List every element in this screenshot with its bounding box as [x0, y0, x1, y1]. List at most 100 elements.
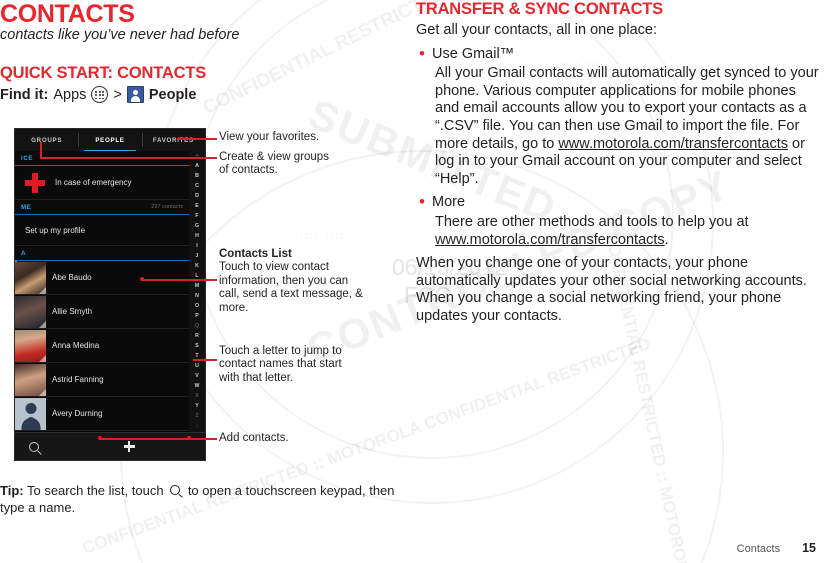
callout-contacts-list-line1: Touch to view contact [219, 261, 329, 274]
callout-contacts-list: Contacts List Touch to view contact info… [219, 248, 404, 315]
callout-contacts-list-line4: more. [219, 301, 249, 314]
tab-people[interactable]: PEOPLE [78, 129, 141, 153]
alpha-index-H[interactable]: H [195, 234, 199, 239]
section-header-ice-label: ICE [21, 154, 34, 162]
page-title: CONTACTS [0, 0, 135, 28]
alphabet-index-scrubber[interactable]: +ABCDEFGHIJKLMNOPQRSTUVWXYZ↓ [189, 151, 205, 433]
callout-contacts-list-title: Contacts List [219, 248, 292, 260]
people-contacts-icon [126, 86, 144, 103]
alpha-index-S[interactable]: S [195, 344, 198, 349]
bullet-dot-icon: • [419, 192, 425, 212]
avatar [15, 329, 46, 362]
callout-alpha-line2: contact names that start [219, 358, 342, 371]
tab-groups[interactable]: GROUPS [15, 129, 78, 151]
leader-line-groups-v [40, 142, 42, 159]
alpha-index-V[interactable]: V [195, 374, 198, 379]
more-body-paragraph: There are other methods and tools to hel… [435, 214, 820, 249]
list-item-label: In case of emergency [55, 178, 132, 187]
leader-line-groups-h [40, 157, 217, 159]
section-header-me: ME 297 contacts [15, 200, 189, 215]
section-heading-quick-start: QUICK START: CONTACTS [0, 64, 207, 82]
gmail-body-paragraph: All your Gmail contacts will automatical… [435, 65, 820, 188]
alpha-index-X[interactable]: X [195, 394, 198, 399]
contacts-tabbar: GROUPS PEOPLE FAVORITES [15, 129, 205, 153]
more-body-part-b: . [664, 231, 669, 248]
alpha-index-Y[interactable]: Y [195, 404, 198, 409]
callout-add-contacts: Add contacts. [219, 432, 399, 445]
find-it-line: Find it: Apps > People [0, 86, 196, 103]
list-item-label: Set up my profile [25, 225, 86, 235]
alpha-index-↓[interactable]: ↓ [196, 424, 199, 429]
table-row[interactable]: Abe Baudo [15, 261, 189, 295]
bullet-label: More [432, 194, 466, 211]
search-button[interactable] [15, 441, 53, 452]
callout-favorites: View your favorites. [219, 131, 399, 144]
emergency-plus-icon [25, 172, 45, 193]
alpha-index-K[interactable]: K [195, 264, 199, 269]
alpha-index-O[interactable]: O [195, 304, 199, 309]
alpha-index-F[interactable]: F [195, 214, 198, 219]
find-it-target-label: People [148, 86, 197, 103]
callout-alpha-line1: Touch a letter to jump to [219, 345, 342, 357]
alpha-index-B[interactable]: B [195, 174, 199, 179]
find-it-apps-label: Apps [53, 86, 87, 103]
leader-line-add-contacts [100, 438, 217, 440]
alpha-index-P[interactable]: P [195, 314, 198, 319]
search-magnifier-icon [29, 441, 39, 452]
link-transfercontacts-2[interactable]: www.motorola.com/transfercontacts [435, 232, 665, 248]
bullet-label: Use Gmail™ [432, 45, 515, 62]
table-row[interactable]: Astrid Fanning [15, 363, 189, 397]
callout-add-contacts-text: Add contacts. [219, 432, 289, 444]
alpha-index-G[interactable]: G [195, 224, 199, 229]
contact-name: Astrid Fanning [52, 375, 104, 384]
alpha-index-D[interactable]: D [195, 194, 199, 199]
find-it-separator: > [113, 86, 122, 103]
find-it-label: Find it: [0, 86, 49, 103]
alpha-index-R[interactable]: R [195, 334, 199, 339]
bullet-dot-icon: • [419, 43, 425, 63]
leader-line-alpha-index [193, 359, 217, 361]
more-body-part-a: There are other methods and tools to hel… [435, 213, 749, 230]
avatar [15, 397, 46, 430]
list-item-profile[interactable]: Set up my profile [15, 215, 189, 246]
table-row[interactable]: Allie Smyth [15, 295, 189, 329]
callout-contacts-list-line3: call, send a text message, & [219, 288, 363, 301]
tip-block: Tip: To search the list, touch to open a… [0, 482, 400, 516]
bullet-item-gmail: • Use Gmail™ [416, 43, 820, 64]
contacts-navbar [15, 432, 205, 460]
alpha-index-E[interactable]: E [195, 204, 198, 209]
contacts-list[interactable]: ICE In case of emergency ME 297 contacts… [15, 151, 189, 433]
alpha-index-A[interactable]: A [195, 164, 199, 169]
alpha-index-I[interactable]: I [196, 244, 197, 249]
callout-groups-line1: Create & view groups [219, 151, 329, 163]
leader-line-contacts-list [142, 279, 217, 281]
alpha-index-N[interactable]: N [195, 294, 199, 299]
list-item-ice[interactable]: In case of emergency [15, 166, 189, 200]
phone-screenshot: GROUPS PEOPLE FAVORITES ICE In case of e… [14, 128, 206, 461]
callout-groups-line2: of contacts. [219, 164, 278, 177]
alpha-index-W[interactable]: W [195, 384, 200, 389]
alpha-index-U[interactable]: U [195, 364, 199, 369]
link-transfercontacts-1[interactable]: www.motorola.com/transfercontacts [558, 136, 788, 152]
contact-name: Allie Smyth [52, 307, 93, 316]
tab-favorites[interactable]: FAVORITES [141, 129, 205, 151]
contact-name: Abe Baudo [52, 273, 92, 282]
search-magnifier-icon [170, 485, 181, 495]
table-row[interactable]: Avery Durning [15, 397, 189, 431]
alpha-index-J[interactable]: J [196, 254, 199, 259]
table-row[interactable]: Anna Medina [15, 329, 189, 363]
leader-dot-contacts-list [140, 277, 144, 281]
alpha-index-C[interactable]: C [195, 184, 199, 189]
alpha-index-Z[interactable]: Z [195, 414, 198, 419]
alpha-index-M[interactable]: M [195, 284, 199, 289]
add-contact-button[interactable] [53, 441, 205, 452]
leader-line-favorites [177, 138, 217, 140]
tip-label: Tip: [0, 483, 24, 498]
section-header-me-label: ME [21, 203, 32, 211]
alpha-index-Q[interactable]: Q [195, 324, 199, 329]
leader-dot-add-contacts [98, 436, 102, 440]
right-column: TRANSFER & SYNC CONTACTS Get all your co… [416, 0, 820, 331]
tip-text-before: To search the list, touch [26, 483, 164, 498]
contacts-count: 297 contacts [151, 204, 183, 210]
page-subtitle: contacts like you’ve never had before [0, 27, 240, 43]
